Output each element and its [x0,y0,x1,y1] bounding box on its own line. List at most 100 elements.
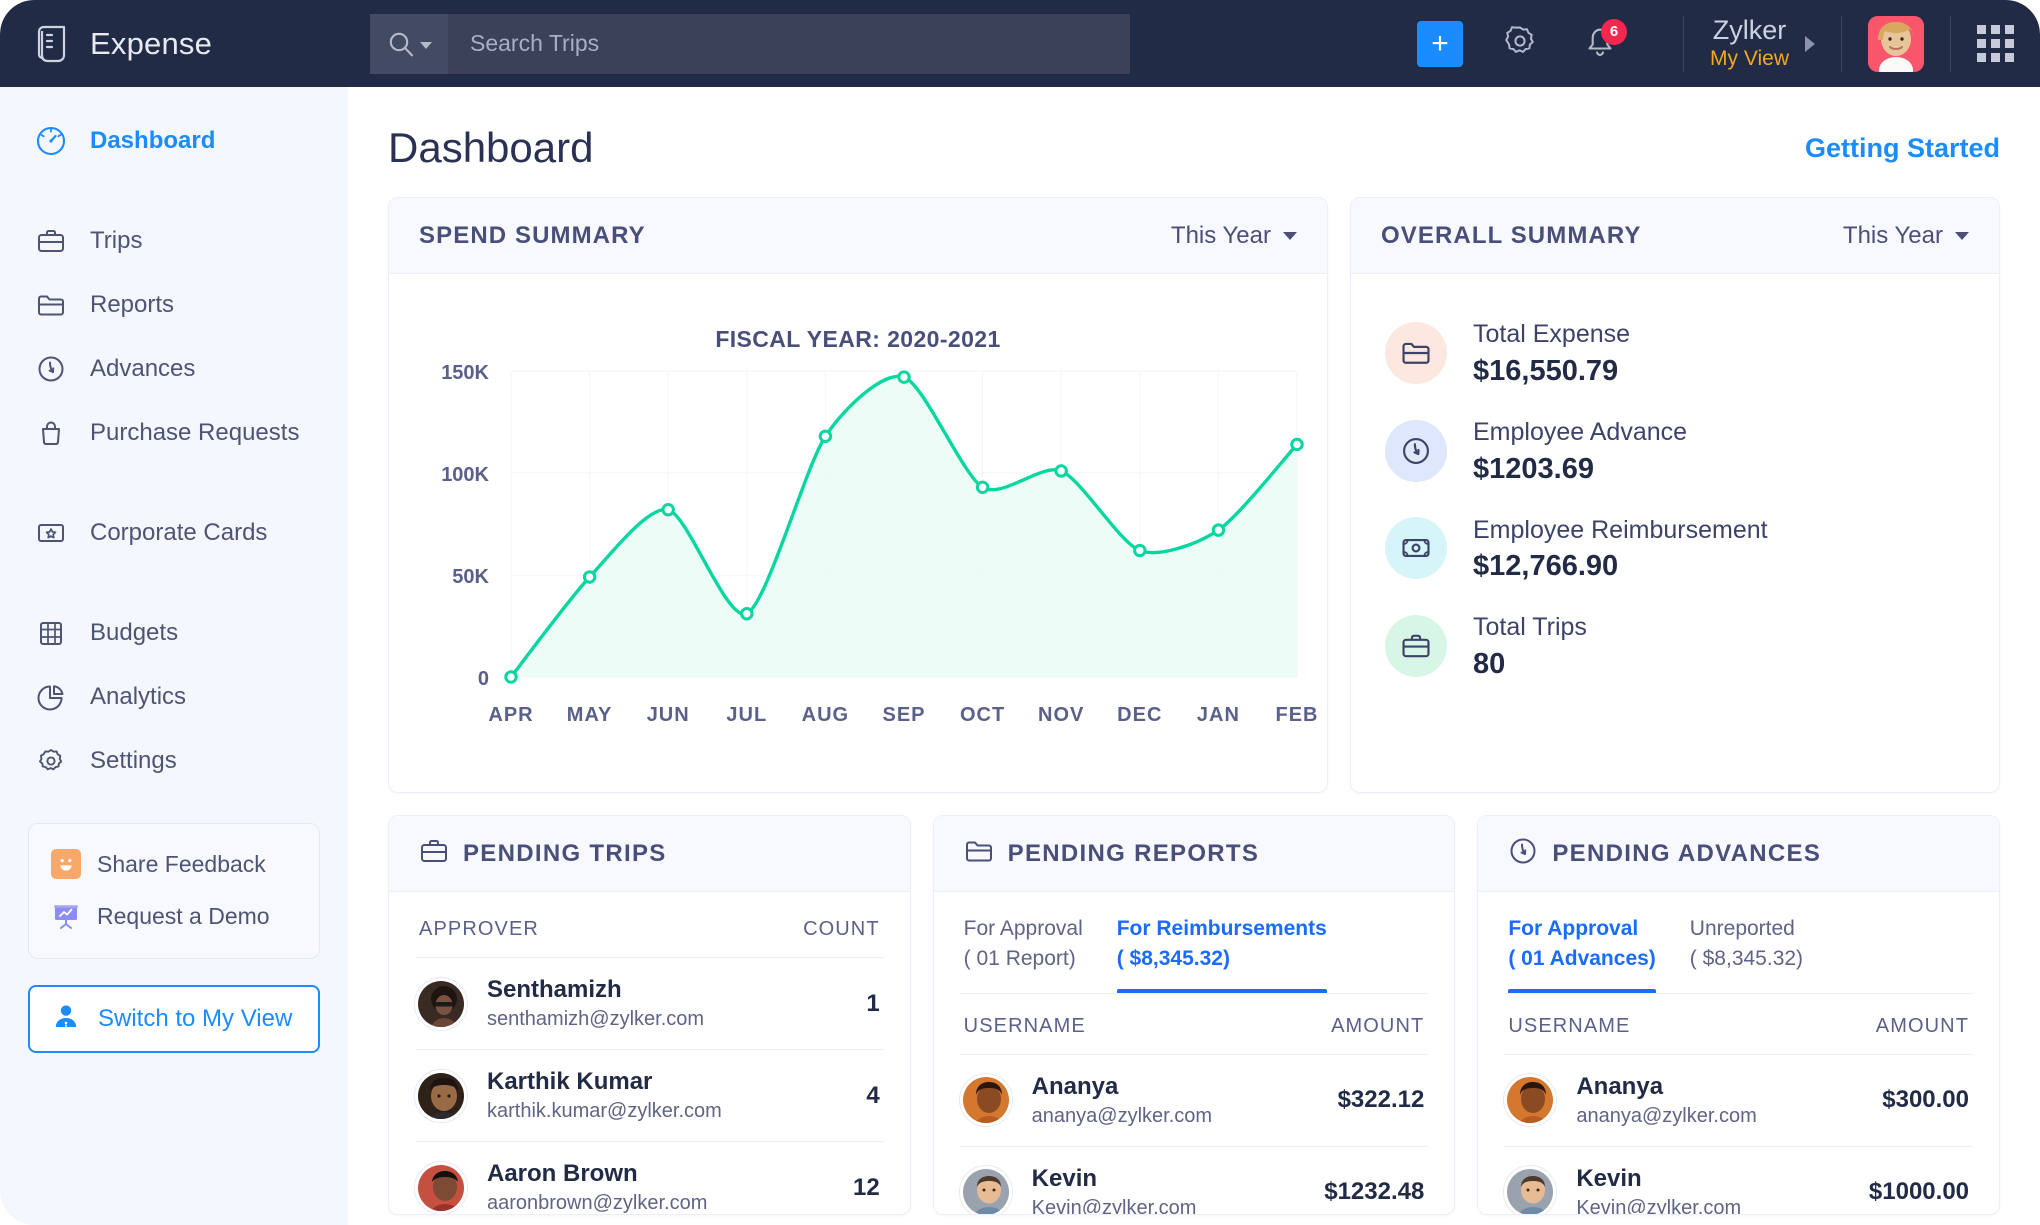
switch-button-label: Switch to My View [98,1005,293,1032]
pending-trips-header: PENDING TRIPS [389,816,910,892]
avatar [415,1161,467,1214]
column-amount: AMOUNT [1331,1014,1425,1037]
person-name: Kevin [1576,1164,1642,1192]
sidebar-item-dashboard[interactable]: Dashboard [0,109,348,173]
tab-for-reimbursements[interactable]: For Reimbursements ( $8,345.32) [1116,914,1327,994]
brand[interactable]: Expense [0,24,348,64]
row-value: 12 [852,1173,880,1201]
search-input[interactable] [448,13,1130,74]
table-row[interactable]: Kevin Kevin@zylker.com $1232.48 [934,1147,1455,1214]
sidebar-item-analytics[interactable]: Analytics [0,665,348,729]
spend-summary-card: SPEND SUMMARY This Year FISCAL YEAR: 202… [388,197,1328,793]
summary-item-total-expense: Total Expense $16,550.79 [1351,304,1999,402]
spend-summary-period-dropdown[interactable]: This Year [1171,222,1297,250]
org-text: Zylker My View [1710,15,1789,72]
pending-advances-card: PENDING ADVANCES For Approval ( 01 Advan… [1477,815,2001,1215]
pending-reports-card: PENDING REPORTS For Approval ( 01 Report… [932,815,1456,1215]
add-button[interactable]: + [1417,20,1464,67]
divider [1841,15,1842,72]
smiley-icon [51,849,81,879]
person-icon [52,1002,80,1037]
gear-icon [1500,21,1540,66]
promo-item-label: Share Feedback [97,850,266,877]
pending-reports-tabs: For Approval ( 01 Report) For Reimbursem… [934,892,1455,994]
main-content: Dashboard Getting Started SPEND SUMMARY … [348,87,2040,1225]
clock-down-arrow-icon [1508,836,1538,871]
area-chart: 0 50K 100K 150K APR MAY JUN JUL AUG SEP OCT NOV DEC J… [441,362,1317,726]
request-demo-button[interactable]: Request a Demo [29,890,319,942]
person-name: Karthik Kumar [487,1068,653,1095]
getting-started-link[interactable]: Getting Started [1805,133,2000,164]
svg-text:JUL: JUL [726,704,767,726]
tab-sublabel: ( 01 Advances) [1508,947,1656,971]
grid-apps-icon[interactable] [1977,25,2014,62]
table-row[interactable]: Aaron Brown aaronbrown@zylker.com 12 [389,1142,910,1214]
person-name: Ananya [1031,1072,1119,1100]
share-feedback-button[interactable]: Share Feedback [29,838,319,890]
chevron-down-icon [1283,231,1297,240]
avatar[interactable] [1868,15,1924,72]
table-row[interactable]: Senthamizh senthamizh@zylker.com 1 [389,958,910,1049]
switch-to-my-view-button[interactable]: Switch to My View [28,985,320,1053]
table-row[interactable]: Ananya ananya@zylker.com $300.00 [1478,1055,1999,1146]
svg-text:MAY: MAY [567,704,613,726]
overall-summary-period-dropdown[interactable]: This Year [1843,222,1969,250]
summary-item-label: Employee Reimbursement [1473,515,1768,544]
tab-label: For Approval [1508,917,1639,940]
person-name: Aaron Brown [487,1160,638,1187]
top-cards-row: SPEND SUMMARY This Year FISCAL YEAR: 202… [388,197,2000,793]
org-view-label: My View [1710,47,1789,71]
svg-text:NOV: NOV [1038,704,1084,726]
notifications-button[interactable]: 6 [1577,18,1628,67]
tab-line: For Reimbursements ( $8,345.32) [1117,914,1327,989]
avatar [1504,1166,1557,1214]
sidebar-item-corporate-cards[interactable]: Corporate Cards [0,501,348,565]
receipt-icon [36,24,74,64]
tab-line: Unreported ( $8,345.32) [1690,914,1803,989]
spend-summary-chart: FISCAL YEAR: 2020-2021 0 50K 100K 150K APR MA… [389,274,1327,792]
pending-cards-row: PENDING TRIPS APPROVER COUNT Senthamizh … [388,815,2001,1215]
sidebar-item-advances[interactable]: Advances [0,337,348,401]
folder-icon [964,836,994,871]
summary-item-employee-advance: Employee Advance $1203.69 [1351,402,1999,500]
divider [1683,15,1685,72]
sidebar-item-settings[interactable]: Settings [0,729,348,793]
pending-advances-tabs: For Approval ( 01 Advances) Unreported (… [1478,892,1999,994]
row-text: Kevin Kevin@zylker.com [1576,1164,1741,1214]
settings-button[interactable] [1497,21,1543,67]
summary-item-label: Employee Advance [1473,417,1688,446]
table-row[interactable]: Karthik Kumar karthik.kumar@zylker.com 4 [389,1050,910,1141]
tab-for-approval[interactable]: For Approval ( 01 Report) [964,914,1083,994]
sidebar-item-label: Trips [90,227,143,254]
row-text: Ananya ananya@zylker.com [1032,1073,1212,1128]
row-value: $1000.00 [1868,1178,1970,1206]
sidebar-item-trips[interactable]: Trips [0,209,348,273]
row-value: $322.12 [1337,1086,1425,1114]
pending-trips-columns: APPROVER COUNT [389,892,910,957]
tab-label: For Reimbursements [1116,917,1327,940]
sidebar-item-reports[interactable]: Reports [0,273,348,337]
column-approver: APPROVER [419,918,539,940]
promo-box: Share Feedback Request a Demo [28,823,320,959]
sidebar-item-budgets[interactable]: Budgets [0,601,348,665]
search-icon[interactable] [370,13,448,74]
org-switcher[interactable]: Zylker My View [1710,15,1815,72]
avatar [415,977,467,1030]
table-row[interactable]: Kevin Kevin@zylker.com $1000.00 [1478,1147,1999,1214]
sidebar-item-label: Corporate Cards [90,519,268,546]
folder-icon [1385,321,1447,384]
search-bar[interactable] [370,13,1130,74]
table-row[interactable]: Ananya ananya@zylker.com $322.12 [934,1055,1455,1146]
svg-text:DEC: DEC [1117,704,1162,726]
topbar-actions: + 6 Zylker My View [1417,0,2040,87]
tab-for-approval[interactable]: For Approval ( 01 Advances) [1508,914,1656,994]
summary-item-value: 80 [1473,648,1506,680]
overall-summary-card: OVERALL SUMMARY This Year Total Expense … [1350,197,2000,793]
divider [1504,992,1974,994]
tab-label: Unreported [1689,917,1795,940]
gear-icon [34,744,68,778]
sidebar-item-purchase-requests[interactable]: Purchase Requests [0,401,348,465]
tab-unreported[interactable]: Unreported ( $8,345.32) [1690,914,1803,994]
table-grid-icon [34,616,68,650]
summary-item-value: $12,766.90 [1473,550,1619,583]
